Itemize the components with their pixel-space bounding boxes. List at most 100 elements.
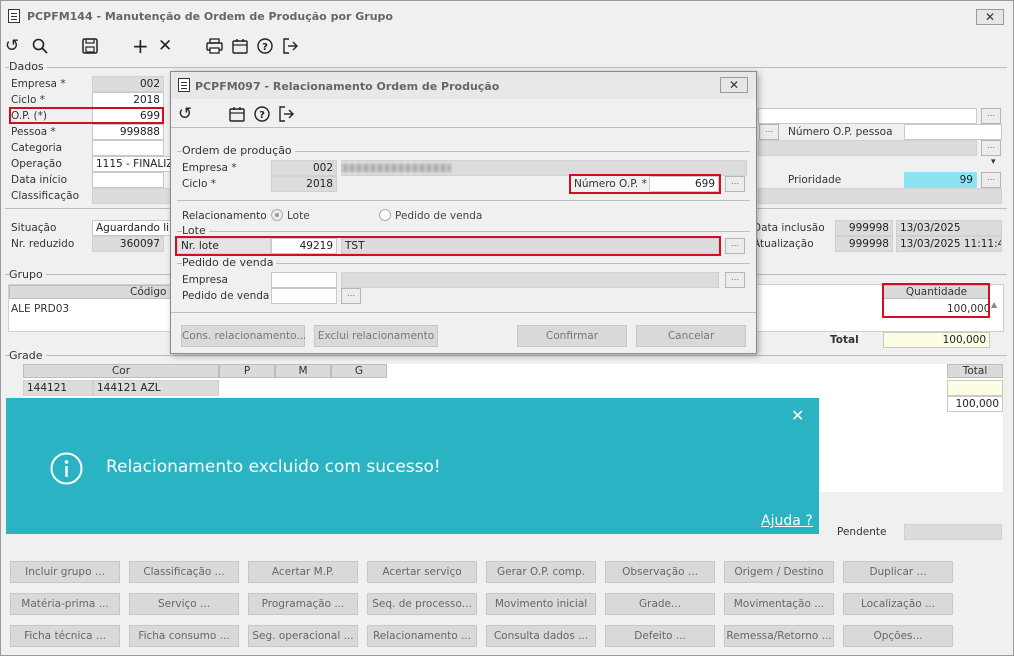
action-button-1-5[interactable]: Grade... xyxy=(605,593,715,615)
calendar-icon[interactable] xyxy=(232,38,248,54)
action-button-2-5[interactable]: Defeito ... xyxy=(605,625,715,647)
document-icon xyxy=(178,78,190,92)
pessoa-lookup-button[interactable]: ⋯ xyxy=(759,124,779,140)
ciclo-field[interactable]: 2018 xyxy=(92,92,164,108)
pv-empresa-field[interactable] xyxy=(271,272,337,288)
situacao-label: Situação xyxy=(11,222,57,234)
grade-row-cor[interactable]: 144121 AZL xyxy=(93,380,219,396)
action-button-2-1[interactable]: Ficha consumo ... xyxy=(129,625,239,647)
radio-pedido[interactable] xyxy=(379,209,391,221)
empresa-label: Empresa * xyxy=(11,78,66,90)
categoria-field[interactable] xyxy=(92,140,164,156)
action-button-1-3[interactable]: Seq. de processo... xyxy=(367,593,477,615)
ordem-title: Ordem de produção xyxy=(182,144,295,157)
action-button-0-2[interactable]: Acertar M.P. xyxy=(248,561,358,583)
action-button-0-5[interactable]: Observação ... xyxy=(605,561,715,583)
pv-pedido-field[interactable] xyxy=(271,288,337,304)
action-button-1-7[interactable]: Localização ... xyxy=(843,593,953,615)
grade-title: Grade xyxy=(9,349,46,362)
action-button-1-4[interactable]: Movimento inicial xyxy=(486,593,596,615)
prioridade-field[interactable]: 99 xyxy=(904,172,977,188)
radio-lote-label: Lote xyxy=(287,210,310,222)
p-header: P xyxy=(219,364,275,378)
action-button-0-3[interactable]: Acertar serviço xyxy=(367,561,477,583)
dialog-close-button[interactable]: ✕ xyxy=(720,77,748,93)
action-button-2-2[interactable]: Seg. operacional ... xyxy=(248,625,358,647)
save-icon[interactable] xyxy=(82,38,98,54)
action-button-0-6[interactable]: Origem / Destino xyxy=(724,561,834,583)
success-toast: Relacionamento excluido com sucesso! ✕ A… xyxy=(6,398,819,534)
action-button-2-0[interactable]: Ficha técnica ... xyxy=(10,625,120,647)
print-icon[interactable] xyxy=(206,38,223,54)
cancelar-button[interactable]: Cancelar xyxy=(636,325,746,347)
numero-op-lookup-button[interactable]: ⋯ xyxy=(725,176,745,192)
relacionamento-divider xyxy=(177,200,750,201)
numero-op-pessoa-label: Número O.P. pessoa xyxy=(788,126,893,138)
cons-relacionamento-button[interactable]: Cons. relacionamento... xyxy=(181,325,306,347)
nr-reduzido-label: Nr. reduzido xyxy=(11,238,75,250)
operacao-field[interactable]: 1115 - FINALIZA xyxy=(92,156,172,172)
grupo-row-codigo[interactable]: ALE PRD03 xyxy=(11,303,69,315)
action-button-0-7[interactable]: Duplicar ... xyxy=(843,561,953,583)
action-button-0-0[interactable]: Incluir grupo ... xyxy=(10,561,120,583)
relacionamento-label: Relacionamento xyxy=(182,210,267,222)
exclui-relacionamento-button[interactable]: Exclui relacionamento xyxy=(314,325,438,347)
scroll-up-icon[interactable]: ▲ xyxy=(991,300,997,309)
action-button-1-2[interactable]: Programação ... xyxy=(248,593,358,615)
data-inicio-field[interactable] xyxy=(92,172,164,188)
help-icon[interactable]: ? xyxy=(254,106,270,122)
categoria-lookup-button[interactable]: ⋯ xyxy=(981,140,1001,156)
total-field: 100,000 xyxy=(883,332,990,348)
situacao-field: Aguardando libe xyxy=(92,220,172,236)
classificacao-field[interactable] xyxy=(92,188,172,204)
action-button-1-6[interactable]: Movimentação ... xyxy=(724,593,834,615)
radio-lote[interactable] xyxy=(271,209,283,221)
calendar-icon[interactable] xyxy=(229,106,245,122)
toast-close-icon[interactable]: ✕ xyxy=(791,406,804,425)
dlg-ciclo-field[interactable]: 2018 xyxy=(271,176,337,192)
pv-empresa-lookup-button[interactable]: ⋯ xyxy=(725,272,745,288)
nr-lote-lookup-button[interactable]: ⋯ xyxy=(725,238,745,254)
lote-divider xyxy=(177,231,750,232)
main-close-button[interactable]: ✕ xyxy=(976,9,1004,25)
prioridade-lookup-button[interactable]: ⋯ xyxy=(981,172,1001,188)
op-description-field[interactable] xyxy=(758,108,977,124)
action-button-2-6[interactable]: Remessa/Retorno ... xyxy=(724,625,834,647)
refresh-icon[interactable]: ↺ xyxy=(5,37,19,55)
nr-reduzido-field: 360097 xyxy=(92,236,164,252)
exit-icon[interactable] xyxy=(278,106,295,122)
action-button-2-7[interactable]: Opções... xyxy=(843,625,953,647)
confirmar-button[interactable]: Confirmar xyxy=(517,325,627,347)
ciclo-label: Ciclo * xyxy=(11,94,45,106)
add-icon[interactable]: + xyxy=(132,36,149,56)
action-button-0-1[interactable]: Classificação ... xyxy=(129,561,239,583)
search-icon[interactable] xyxy=(32,38,48,54)
action-button-2-4[interactable]: Consulta dados ... xyxy=(486,625,596,647)
action-button-0-4[interactable]: Gerar O.P. comp. xyxy=(486,561,596,583)
atualizacao-field: 13/03/2025 11:11:44 xyxy=(896,236,1002,252)
op-lookup-button[interactable]: ⋯ xyxy=(981,108,1001,124)
categoria-label: Categoria xyxy=(11,142,63,154)
nr-lote-highlight xyxy=(175,236,721,256)
refresh-icon[interactable]: ↺ xyxy=(178,105,192,123)
data-inclusao-user: 999998 xyxy=(835,220,893,236)
redacted-company-name xyxy=(343,164,451,172)
dlg-empresa-field[interactable]: 002 xyxy=(271,160,337,176)
help-icon[interactable]: ? xyxy=(257,38,273,54)
classificacao-desc-field xyxy=(758,188,1002,204)
pv-pedido-lookup-button[interactable]: ⋯ xyxy=(341,288,361,304)
action-button-1-0[interactable]: Matéria-prima ... xyxy=(10,593,120,615)
chevron-down-icon[interactable]: ▾ xyxy=(991,157,996,167)
toast-help-link[interactable]: Ajuda ? xyxy=(761,513,813,529)
relacionamento-dialog: PCPFM097 - Relacionamento Ordem de Produ… xyxy=(170,71,757,354)
dialog-toolbar-divider xyxy=(171,127,756,128)
pessoa-field[interactable]: 999888 xyxy=(92,124,164,140)
pv-pedido-label: Pedido de venda xyxy=(182,290,270,302)
action-button-2-3[interactable]: Relacionamento ... xyxy=(367,625,477,647)
grade-row-code[interactable]: 144121 xyxy=(23,380,93,396)
exit-icon[interactable] xyxy=(282,38,299,54)
delete-icon[interactable]: ✕ xyxy=(158,37,172,55)
action-button-1-1[interactable]: Serviço ... xyxy=(129,593,239,615)
empresa-field[interactable]: 002 xyxy=(92,76,164,92)
numero-op-pessoa-field[interactable] xyxy=(904,124,1002,140)
